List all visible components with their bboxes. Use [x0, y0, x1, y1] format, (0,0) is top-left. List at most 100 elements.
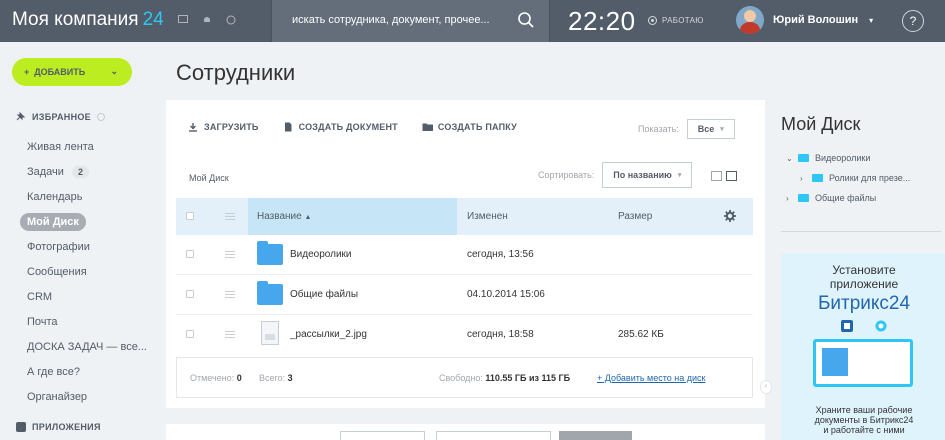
chevron-down-icon[interactable]: ⌄	[786, 154, 798, 163]
sidebar-item-label: ДОСКА ЗАДАЧ — все...	[27, 340, 147, 353]
add-button[interactable]: + ДОБАВИТЬ ⌄	[12, 58, 132, 86]
favorites-header[interactable]: ИЗБРАННОЕ	[16, 111, 105, 123]
upload-button[interactable]: ЗАГРУЗИТЬ	[188, 122, 259, 132]
plus-icon: +	[24, 67, 30, 77]
table-footer: Отмечено: 0 Всего: 3 Свободно: 110.55 ГБ…	[176, 357, 753, 398]
chevron-down-icon: ▾	[869, 15, 874, 25]
sidebar-item-my-disk[interactable]: Мой Диск	[0, 209, 160, 234]
show-select[interactable]: Все ▾	[686, 119, 735, 139]
sidebar-item-crm[interactable]: CRM	[0, 284, 160, 309]
search-box[interactable]: искать сотрудника, документ, прочее...	[271, 0, 550, 42]
column-name-header[interactable]: Название ▲	[257, 211, 311, 222]
file-changed: 04.10.2014 15:06	[467, 289, 545, 300]
search-icon[interactable]	[517, 11, 535, 29]
list-view-icon[interactable]	[726, 171, 737, 181]
apps-header[interactable]: ПРИЛОЖЕНИЯ	[16, 422, 101, 432]
tree-item[interactable]: ⌄ Видеоролики	[786, 148, 910, 168]
free-label: Свободно:	[439, 373, 483, 383]
page-title: Сотрудники	[176, 60, 296, 85]
sidebar-item-label: CRM	[27, 290, 53, 303]
marked-count: Отмечено: 0	[190, 373, 242, 383]
table-row[interactable]: _рассылки_2.jpg сегодня, 18:58 285.62 КБ	[176, 315, 753, 355]
sidebar-item-feed[interactable]: Живая лента	[0, 134, 160, 159]
company-name: Моя компания	[12, 9, 139, 30]
total-value: 3	[287, 373, 293, 383]
file-name[interactable]: Общие файлы	[290, 289, 358, 300]
row-checkbox[interactable]	[186, 290, 194, 298]
app-promo-banner[interactable]: Установите приложение Битрикс24 Храните …	[781, 253, 945, 440]
table-row[interactable]: Видеоролики сегодня, 13:56	[176, 235, 753, 275]
avatar[interactable]	[736, 6, 764, 34]
help-button[interactable]: ?	[902, 10, 924, 32]
sidebar-item-tasks[interactable]: Задачи 2	[0, 159, 160, 184]
menu-icon[interactable]	[225, 331, 235, 338]
work-status-label: РАБОТАЮ	[662, 16, 704, 25]
cloud-icon[interactable]	[226, 14, 236, 25]
chevron-right-icon[interactable]: ›	[800, 174, 812, 183]
file-name[interactable]: _рассылки_2.jpg	[290, 329, 367, 340]
total-count: Всего: 3	[259, 373, 293, 383]
company-logo[interactable]: Моя компания 24	[12, 9, 164, 31]
sort-asc-icon: ▲	[304, 214, 312, 221]
gear-icon[interactable]	[97, 113, 105, 121]
bottom-panel	[166, 424, 765, 440]
chevron-right-icon[interactable]: ›	[786, 194, 798, 203]
folder-icon	[798, 194, 809, 202]
promo-caption1: Храните ваши рабочие	[815, 405, 913, 415]
sidebar-item-label: Почта	[27, 315, 58, 328]
chat-icon[interactable]	[178, 14, 188, 24]
company-num: 24	[142, 9, 164, 30]
tree-item[interactable]: › Ролики для презе...	[786, 168, 910, 188]
sort-label: Сортировать:	[538, 170, 595, 180]
tile-view-icon[interactable]	[711, 171, 722, 181]
create-folder-button[interactable]: СОЗДАТЬ ПАПКУ	[422, 122, 517, 132]
select-all-checkbox[interactable]	[186, 212, 194, 220]
work-status[interactable]: РАБОТАЮ	[648, 16, 704, 25]
column-size-header[interactable]: Размер	[618, 211, 652, 222]
free-space: Свободно: 110.55 ГБ из 115 ГБ	[439, 373, 570, 383]
show-label: Показать:	[638, 124, 679, 134]
sidebar-item-task-board[interactable]: ДОСКА ЗАДАЧ — все...	[0, 334, 160, 359]
filter-input[interactable]	[436, 431, 551, 440]
image-file-icon	[261, 321, 279, 345]
menu-icon[interactable]	[225, 291, 235, 298]
chevron-down-icon: ⌄	[110, 66, 118, 76]
sidebar-item-photos[interactable]: Фотографии	[0, 234, 160, 259]
file-name[interactable]: Видеоролики	[290, 249, 352, 260]
header-icons	[178, 14, 236, 25]
sidebar-item-label: Живая лента	[27, 140, 94, 153]
menu-icon[interactable]	[225, 251, 235, 258]
menu-icon[interactable]	[225, 213, 235, 220]
gear-icon[interactable]	[724, 210, 736, 222]
row-checkbox[interactable]	[186, 330, 194, 338]
filter-input[interactable]	[340, 431, 425, 440]
sidebar-item-organizer[interactable]: Органайзер	[0, 384, 160, 409]
sidebar-item-calendar[interactable]: Календарь	[0, 184, 160, 209]
bell-icon[interactable]	[202, 14, 212, 24]
tree-item-label: Общие файлы	[815, 193, 877, 203]
column-changed-header[interactable]: Изменен	[467, 211, 508, 222]
add-space-link[interactable]: + Добавить место на диск	[597, 373, 705, 383]
sidebar-item-label: Фотографии	[27, 240, 90, 253]
user-menu[interactable]: Юрий Волошин ▾	[736, 6, 873, 34]
row-checkbox[interactable]	[186, 250, 194, 258]
apply-button[interactable]	[559, 431, 632, 440]
chevron-down-icon: ▾	[677, 172, 682, 179]
sidebar-nav: Живая лента Задачи 2 Календарь Мой Диск Ф…	[0, 134, 160, 409]
search-input[interactable]: искать сотрудника, документ, прочее...	[292, 14, 490, 26]
breadcrumb[interactable]: Мой Диск	[189, 173, 229, 183]
sidebar-item-where-all[interactable]: А где все?	[0, 359, 160, 384]
free-value: 110.55 ГБ из 115 ГБ	[485, 373, 571, 383]
clock-time[interactable]: 22:20	[568, 6, 636, 37]
promo-brand: Битрикс24	[817, 293, 911, 314]
tree-item[interactable]: › Общие файлы	[786, 188, 910, 208]
table-row[interactable]: Общие файлы 04.10.2014 15:06	[176, 275, 753, 315]
create-document-button[interactable]: СОЗДАТЬ ДОКУМЕНТ	[283, 122, 398, 132]
add-space-link-text[interactable]: + Добавить место на диск	[597, 373, 705, 383]
sidebar-item-mail[interactable]: Почта	[0, 309, 160, 334]
sort-select[interactable]: По названию ▾	[602, 162, 693, 188]
sidebar-item-messages[interactable]: Сообщения	[0, 259, 160, 284]
column-name-label: Название	[257, 211, 302, 222]
folder-icon	[812, 174, 823, 182]
promo-caption2: документы в Битрикс24	[814, 415, 914, 425]
